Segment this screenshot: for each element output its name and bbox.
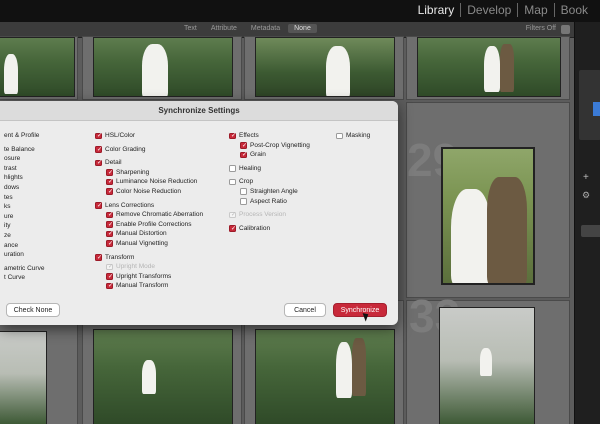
lock-icon[interactable] bbox=[561, 25, 570, 34]
setting-color-grading[interactable]: ✓ Color Grading bbox=[95, 145, 225, 155]
grid-cell[interactable]: 33 bbox=[406, 290, 570, 424]
setting-post-crop-vignetting[interactable]: ✓ Post-Crop Vignetting bbox=[229, 141, 339, 151]
setting-highlights[interactable]: hlights bbox=[0, 173, 82, 183]
grid-cell[interactable] bbox=[0, 36, 78, 100]
filter-tab-attribute[interactable]: Attribute bbox=[205, 24, 243, 33]
bride-figure bbox=[480, 348, 492, 376]
settings-column-basic: ent & Profile te Balance osure trast hli… bbox=[0, 131, 82, 283]
setting-process-version: ✓ Process Version bbox=[229, 211, 286, 219]
module-develop[interactable]: Develop bbox=[460, 3, 517, 17]
plus-icon[interactable]: + bbox=[583, 172, 589, 183]
setting-detail[interactable]: ✓ Detail bbox=[95, 158, 225, 168]
setting-crop[interactable]: Crop bbox=[229, 177, 339, 187]
photo-thumbnail[interactable] bbox=[93, 329, 233, 424]
bride-figure bbox=[451, 189, 491, 283]
setting-contrast[interactable]: trast bbox=[0, 164, 82, 174]
setting-dehaze[interactable]: ze bbox=[0, 231, 82, 241]
settings-column-detail: ✓ HSL/Color ✓ Color Grading ✓ Detail ✓ Sharp… bbox=[95, 131, 225, 291]
panel-indicator bbox=[593, 102, 600, 116]
photo-thumbnail[interactable] bbox=[255, 329, 395, 424]
setting-manual-vignetting[interactable]: ✓ Manual Vignetting bbox=[95, 239, 225, 249]
setting-parametric-curve[interactable]: ametric Curve bbox=[0, 264, 82, 274]
bride-figure bbox=[4, 54, 18, 94]
grid-cell[interactable] bbox=[406, 36, 570, 100]
setting-straighten-angle[interactable]: Straighten Angle bbox=[229, 187, 339, 197]
setting-exposure[interactable]: osure bbox=[0, 154, 82, 164]
setting-sharpening[interactable]: ✓ Sharpening bbox=[95, 168, 225, 178]
setting-blacks[interactable]: ks bbox=[0, 202, 82, 212]
grid-cell[interactable] bbox=[82, 36, 242, 100]
module-picker: Library Develop Map Book bbox=[412, 3, 594, 17]
filter-tab-text[interactable]: Text bbox=[178, 24, 203, 33]
setting-effects[interactable]: ✓ Effects bbox=[229, 131, 339, 141]
dialog-body: ent & Profile te Balance osure trast hli… bbox=[0, 121, 398, 290]
bride-figure bbox=[336, 342, 352, 398]
bride-figure bbox=[484, 46, 500, 92]
setting-point-curve[interactable]: t Curve bbox=[0, 273, 82, 283]
module-library[interactable]: Library bbox=[412, 3, 461, 17]
photo-thumbnail[interactable] bbox=[255, 37, 395, 97]
grid-cell-selected[interactable]: 29 bbox=[406, 102, 570, 298]
photo-thumbnail[interactable] bbox=[441, 147, 535, 285]
setting-calibration[interactable]: ✓ Calibration bbox=[229, 224, 339, 234]
setting-remove-chromatic-aberration[interactable]: ✓ Remove Chromatic Aberration bbox=[95, 210, 225, 220]
module-bar: Library Develop Map Book bbox=[0, 0, 600, 22]
groom-figure bbox=[500, 44, 514, 92]
gear-icon[interactable]: ⚙ bbox=[582, 190, 590, 201]
settings-column-effects: ✓ Effects ✓ Post-Crop Vignetting ✓ Grain He… bbox=[229, 131, 339, 233]
setting-upright-transforms[interactable]: ✓ Upright Transforms bbox=[95, 272, 225, 282]
filters-preset[interactable]: Filters Off bbox=[526, 25, 556, 32]
cancel-button[interactable]: Cancel bbox=[284, 303, 326, 317]
dialog-title: Synchronize Settings bbox=[0, 101, 398, 121]
setting-grain[interactable]: ✓ Grain bbox=[229, 150, 339, 160]
setting-aspect-ratio[interactable]: Aspect Ratio bbox=[229, 197, 339, 207]
groom-figure bbox=[487, 177, 527, 283]
groom-figure bbox=[352, 338, 366, 396]
setting-color-noise-reduction[interactable]: ✓ Color Noise Reduction bbox=[95, 187, 225, 197]
setting-whites[interactable]: tes bbox=[0, 193, 82, 203]
setting-manual-transform[interactable]: ✓ Manual Transform bbox=[95, 281, 225, 291]
bride-figure bbox=[142, 44, 168, 96]
setting-manual-distortion[interactable]: ✓ Manual Distortion bbox=[95, 229, 225, 239]
setting-texture[interactable]: ure bbox=[0, 212, 82, 222]
setting-white-balance[interactable]: te Balance bbox=[0, 145, 82, 155]
setting-upright-mode: ✓ Upright Mode bbox=[106, 263, 156, 271]
filter-tab-none[interactable]: None bbox=[288, 24, 317, 33]
setting-shadows[interactable]: dows bbox=[0, 183, 82, 193]
setting-clarity[interactable]: ity bbox=[0, 221, 82, 231]
setting-masking[interactable]: Masking bbox=[336, 131, 396, 141]
setting-hsl-color[interactable]: ✓ HSL/Color bbox=[95, 131, 225, 141]
setting-vibrance[interactable]: ance bbox=[0, 241, 82, 251]
filter-tab-metadata[interactable]: Metadata bbox=[245, 24, 286, 33]
synchronize-button[interactable]: Synchronize bbox=[333, 303, 387, 317]
photo-thumbnail[interactable] bbox=[439, 307, 535, 424]
module-book[interactable]: Book bbox=[553, 3, 594, 17]
setting-transform[interactable]: ✓ Transform bbox=[95, 253, 225, 263]
photo-thumbnail[interactable] bbox=[0, 37, 75, 97]
settings-column-masking: Masking bbox=[336, 131, 396, 141]
synchronize-settings-dialog: Synchronize Settings ent & Profile te Ba… bbox=[0, 101, 398, 325]
right-panel: + ⚙ bbox=[574, 22, 600, 424]
panel-button[interactable] bbox=[581, 225, 600, 237]
setting-treatment-profile[interactable]: ent & Profile bbox=[0, 131, 82, 141]
module-map[interactable]: Map bbox=[517, 3, 553, 17]
photo-thumbnail[interactable] bbox=[0, 331, 47, 424]
setting-healing[interactable]: Healing bbox=[229, 164, 339, 174]
setting-luminance-noise-reduction[interactable]: ✓ Luminance Noise Reduction bbox=[95, 177, 225, 187]
photo-thumbnail[interactable] bbox=[417, 37, 561, 97]
filter-tabs: Text Attribute Metadata None bbox=[178, 24, 317, 33]
setting-enable-profile-corrections[interactable]: ✓ Enable Profile Corrections bbox=[95, 220, 225, 230]
bride-figure bbox=[326, 46, 350, 96]
setting-lens-corrections[interactable]: ✓ Lens Corrections bbox=[95, 201, 225, 211]
check-none-button[interactable]: Check None bbox=[6, 303, 60, 317]
setting-saturation[interactable]: uration bbox=[0, 250, 82, 260]
grid-cell[interactable] bbox=[244, 36, 404, 100]
bride-figure bbox=[142, 360, 156, 394]
photo-thumbnail[interactable] bbox=[93, 37, 233, 97]
